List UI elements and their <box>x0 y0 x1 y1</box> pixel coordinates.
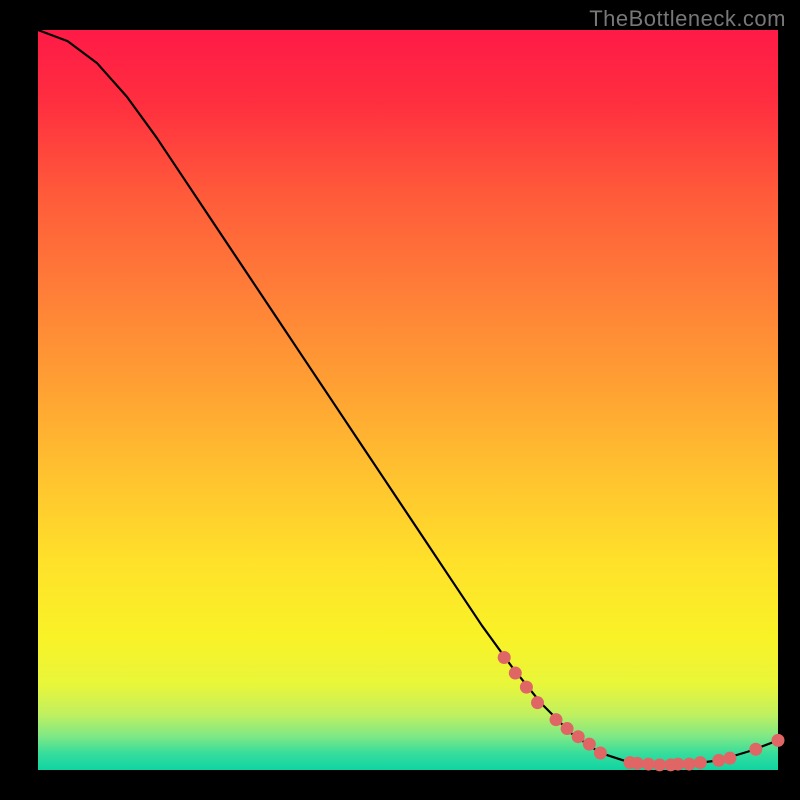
marker-point <box>561 722 574 735</box>
marker-point <box>631 757 644 770</box>
marker-point <box>653 758 666 771</box>
marker-point <box>583 738 596 751</box>
marker-point <box>531 696 544 709</box>
plot-background <box>38 30 778 770</box>
chart-container: TheBottleneck.com <box>0 0 800 800</box>
marker-point <box>683 758 696 771</box>
marker-point <box>498 651 511 664</box>
chart-svg <box>0 0 800 800</box>
marker-point <box>520 681 533 694</box>
marker-point <box>572 730 585 743</box>
marker-point <box>672 758 685 771</box>
marker-point <box>550 713 563 726</box>
watermark-text: TheBottleneck.com <box>589 6 786 32</box>
marker-point <box>723 752 736 765</box>
marker-point <box>749 743 762 756</box>
marker-point <box>642 758 655 771</box>
marker-point <box>712 754 725 767</box>
marker-point <box>594 746 607 759</box>
marker-point <box>694 756 707 769</box>
marker-point <box>509 667 522 680</box>
marker-point <box>772 734 785 747</box>
